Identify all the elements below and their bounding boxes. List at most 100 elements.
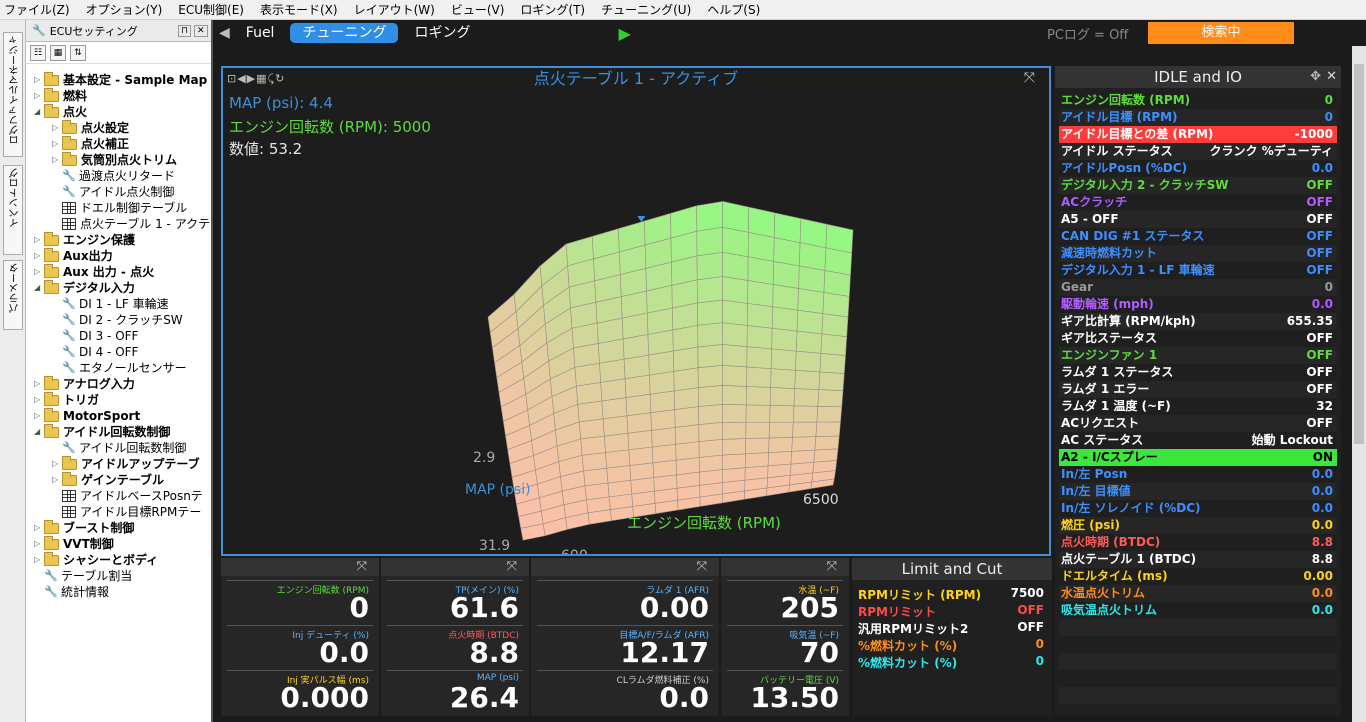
- tree-item[interactable]: ▷ ブースト制御: [34, 519, 134, 536]
- gauge-cell[interactable]: 点火時期 (BTDC) 8.8: [387, 625, 523, 669]
- io-row-name: アイドル ステータス: [1061, 144, 1173, 158]
- tree-item[interactable]: ▷ エンジン保護: [34, 231, 135, 248]
- tree-item[interactable]: ◢ アイドル回転数制御: [34, 423, 170, 440]
- collapsed-arrow-icon[interactable]: ▷: [34, 264, 44, 280]
- close-icon[interactable]: ✕: [1326, 66, 1337, 88]
- menu-item[interactable]: レイアウト(W): [354, 1, 435, 18]
- tab-logging[interactable]: ロギング: [402, 23, 482, 43]
- table-view-icon[interactable]: ▦: [50, 44, 66, 61]
- 3d-surface-plot[interactable]: [223, 68, 1049, 554]
- tree-item[interactable]: ▷ シャシーとボディ: [34, 551, 158, 568]
- limit-row-value: 0: [1035, 654, 1044, 668]
- gauge-cell[interactable]: エンジン回転数 (RPM) 0: [227, 580, 373, 624]
- tree-item[interactable]: ▷ 燃料: [34, 87, 87, 104]
- pin-icon[interactable]: ⊓: [178, 24, 192, 37]
- menu-item[interactable]: ファイル(Z): [4, 1, 70, 18]
- close-icon[interactable]: ✕: [194, 24, 208, 37]
- tree-item[interactable]: 🔧 アイドル回転数制御: [52, 440, 186, 456]
- menu-item[interactable]: オプション(Y): [86, 1, 163, 18]
- tree-item[interactable]: 🔧 テーブル割当: [34, 568, 132, 584]
- tree-item[interactable]: ▷ VVT制御: [34, 535, 114, 552]
- gauge-cell[interactable]: TP(メイン) (%) 61.6: [387, 580, 523, 624]
- menu-item[interactable]: ヘルプ(S): [707, 1, 760, 18]
- collapsed-arrow-icon[interactable]: ▷: [34, 72, 44, 88]
- collapsed-arrow-icon[interactable]: ▷: [52, 152, 62, 168]
- expanded-arrow-icon[interactable]: ◢: [34, 104, 44, 120]
- tree-item[interactable]: ▷ 気筒別点火トリム: [52, 151, 177, 168]
- tree-item[interactable]: ▷ 基本設定 - Sample Map: [34, 71, 207, 88]
- tree-item[interactable]: ▷ ゲインテーブル: [52, 471, 164, 488]
- tree-item[interactable]: ▷ MotorSport: [34, 407, 140, 424]
- menu-item[interactable]: 表示モード(X): [260, 1, 338, 18]
- tree-item[interactable]: ▷ Aux 出力 - 点火: [34, 263, 154, 280]
- categorized-view-icon[interactable]: ☷: [30, 44, 46, 61]
- tab-tuning[interactable]: チューニング: [290, 23, 399, 43]
- tree-item[interactable]: 🔧 エタノールセンサー: [52, 360, 187, 376]
- move-icon[interactable]: ✥: [1310, 66, 1321, 88]
- collapsed-arrow-icon[interactable]: ▷: [52, 472, 62, 488]
- scrollbar-thumb[interactable]: [1354, 64, 1364, 444]
- menu-item[interactable]: ロギング(T): [520, 1, 585, 18]
- tree-item[interactable]: アイドルベースPosnテ: [52, 488, 203, 504]
- collapsed-arrow-icon[interactable]: ▷: [34, 552, 44, 568]
- expanded-arrow-icon[interactable]: ◢: [34, 280, 44, 296]
- menu-item[interactable]: ECU制御(E): [178, 1, 244, 18]
- tree-item[interactable]: 点火テーブル 1 - アクテ: [52, 216, 210, 232]
- expand-icon[interactable]: ⤧: [827, 559, 837, 574]
- tree-item[interactable]: 🔧 DI 3 - OFF: [52, 328, 138, 344]
- tree-item[interactable]: 🔧 過渡点火リタード: [52, 168, 175, 184]
- gauge-cell[interactable]: ラムダ 1 (AFR) 0.00: [537, 580, 713, 624]
- collapsed-arrow-icon[interactable]: ▷: [34, 520, 44, 536]
- ignition-table-graph[interactable]: ⊡◀▶▦⤹↻ 点火テーブル 1 - アクティブ ⤧ MAP (psi): 4.4…: [221, 66, 1051, 556]
- tree-item[interactable]: 🔧 DI 2 - クラッチSW: [52, 312, 183, 328]
- tree-item[interactable]: 🔧 アイドル点火制御: [52, 184, 174, 200]
- gauge-cell[interactable]: Inj 実パルス幅 (ms) 0.000: [227, 670, 373, 714]
- tree-item[interactable]: 🔧 統計情報: [34, 584, 109, 600]
- gauge-cell[interactable]: 吸気温 (~F) 70: [727, 625, 843, 669]
- collapsed-arrow-icon[interactable]: ▷: [52, 136, 62, 152]
- gauge-cell[interactable]: CLラムダ燃料補正 (%) 0.0: [537, 670, 713, 714]
- expand-icon[interactable]: ⤧: [697, 559, 707, 574]
- tree-item[interactable]: ▷ Aux出力: [34, 247, 113, 264]
- collapsed-arrow-icon[interactable]: ▷: [34, 88, 44, 104]
- back-arrow-icon[interactable]: ◀: [219, 25, 230, 41]
- search-status-button[interactable]: 検索中: [1148, 22, 1294, 44]
- play-icon[interactable]: ▶: [618, 24, 630, 43]
- collapsed-arrow-icon[interactable]: ▷: [34, 248, 44, 264]
- tree-item[interactable]: ドエル制御テーブル: [52, 200, 187, 216]
- expand-icon[interactable]: ⤧: [507, 559, 517, 574]
- tree-item[interactable]: ▷ 点火設定: [52, 119, 129, 136]
- tree-item[interactable]: アイドル目標RPMテー: [52, 504, 201, 520]
- tree-item[interactable]: ▷ アイドルアップテーブ: [52, 455, 200, 472]
- collapsed-arrow-icon[interactable]: ▷: [52, 120, 62, 136]
- collapsed-arrow-icon[interactable]: ▷: [34, 392, 44, 408]
- gauge-cell[interactable]: 目標A/F/ラムダ (AFR) 12.17: [537, 625, 713, 669]
- expand-icon[interactable]: ⤧: [357, 559, 367, 574]
- sort-az-icon[interactable]: ⇅: [70, 44, 86, 61]
- vertical-tab[interactable]: ログファイルマネージャ: [3, 32, 23, 157]
- menu-item[interactable]: ビュー(V): [451, 1, 505, 18]
- tree-item[interactable]: ◢ 点火: [34, 103, 87, 120]
- vertical-scrollbar[interactable]: [1352, 46, 1366, 722]
- tree-item[interactable]: ▷ アナログ入力: [34, 375, 135, 392]
- tab-fuel[interactable]: Fuel: [234, 23, 287, 43]
- tree-item[interactable]: ▷ トリガ: [34, 391, 99, 408]
- expanded-arrow-icon[interactable]: ◢: [34, 424, 44, 440]
- gauge-cell[interactable]: Inj デューティ (%) 0.0: [227, 625, 373, 669]
- collapsed-arrow-icon[interactable]: ▷: [52, 456, 62, 472]
- io-row-name: エンジンファン 1: [1061, 348, 1158, 362]
- gauge-cell[interactable]: バッテリー電圧 (V) 13.50: [727, 670, 843, 714]
- collapsed-arrow-icon[interactable]: ▷: [34, 232, 44, 248]
- tree-item[interactable]: ▷ 点火補正: [52, 135, 129, 152]
- gauge-cell[interactable]: MAP (psi) 26.4: [387, 670, 523, 714]
- collapsed-arrow-icon[interactable]: ▷: [34, 408, 44, 424]
- tree-item[interactable]: ◢ デジタル入力: [34, 279, 135, 296]
- tree-item[interactable]: 🔧 DI 4 - OFF: [52, 344, 138, 360]
- vertical-tab[interactable]: パラメータ: [3, 260, 23, 330]
- collapsed-arrow-icon[interactable]: ▷: [34, 376, 44, 392]
- gauge-cell[interactable]: 水温 (~F) 205: [727, 580, 843, 624]
- vertical-tab[interactable]: イベントログ: [3, 165, 23, 255]
- tree-item[interactable]: 🔧 DI 1 - LF 車輪速: [52, 296, 169, 312]
- menu-item[interactable]: チューニング(U): [601, 1, 691, 18]
- collapsed-arrow-icon[interactable]: ▷: [34, 536, 44, 552]
